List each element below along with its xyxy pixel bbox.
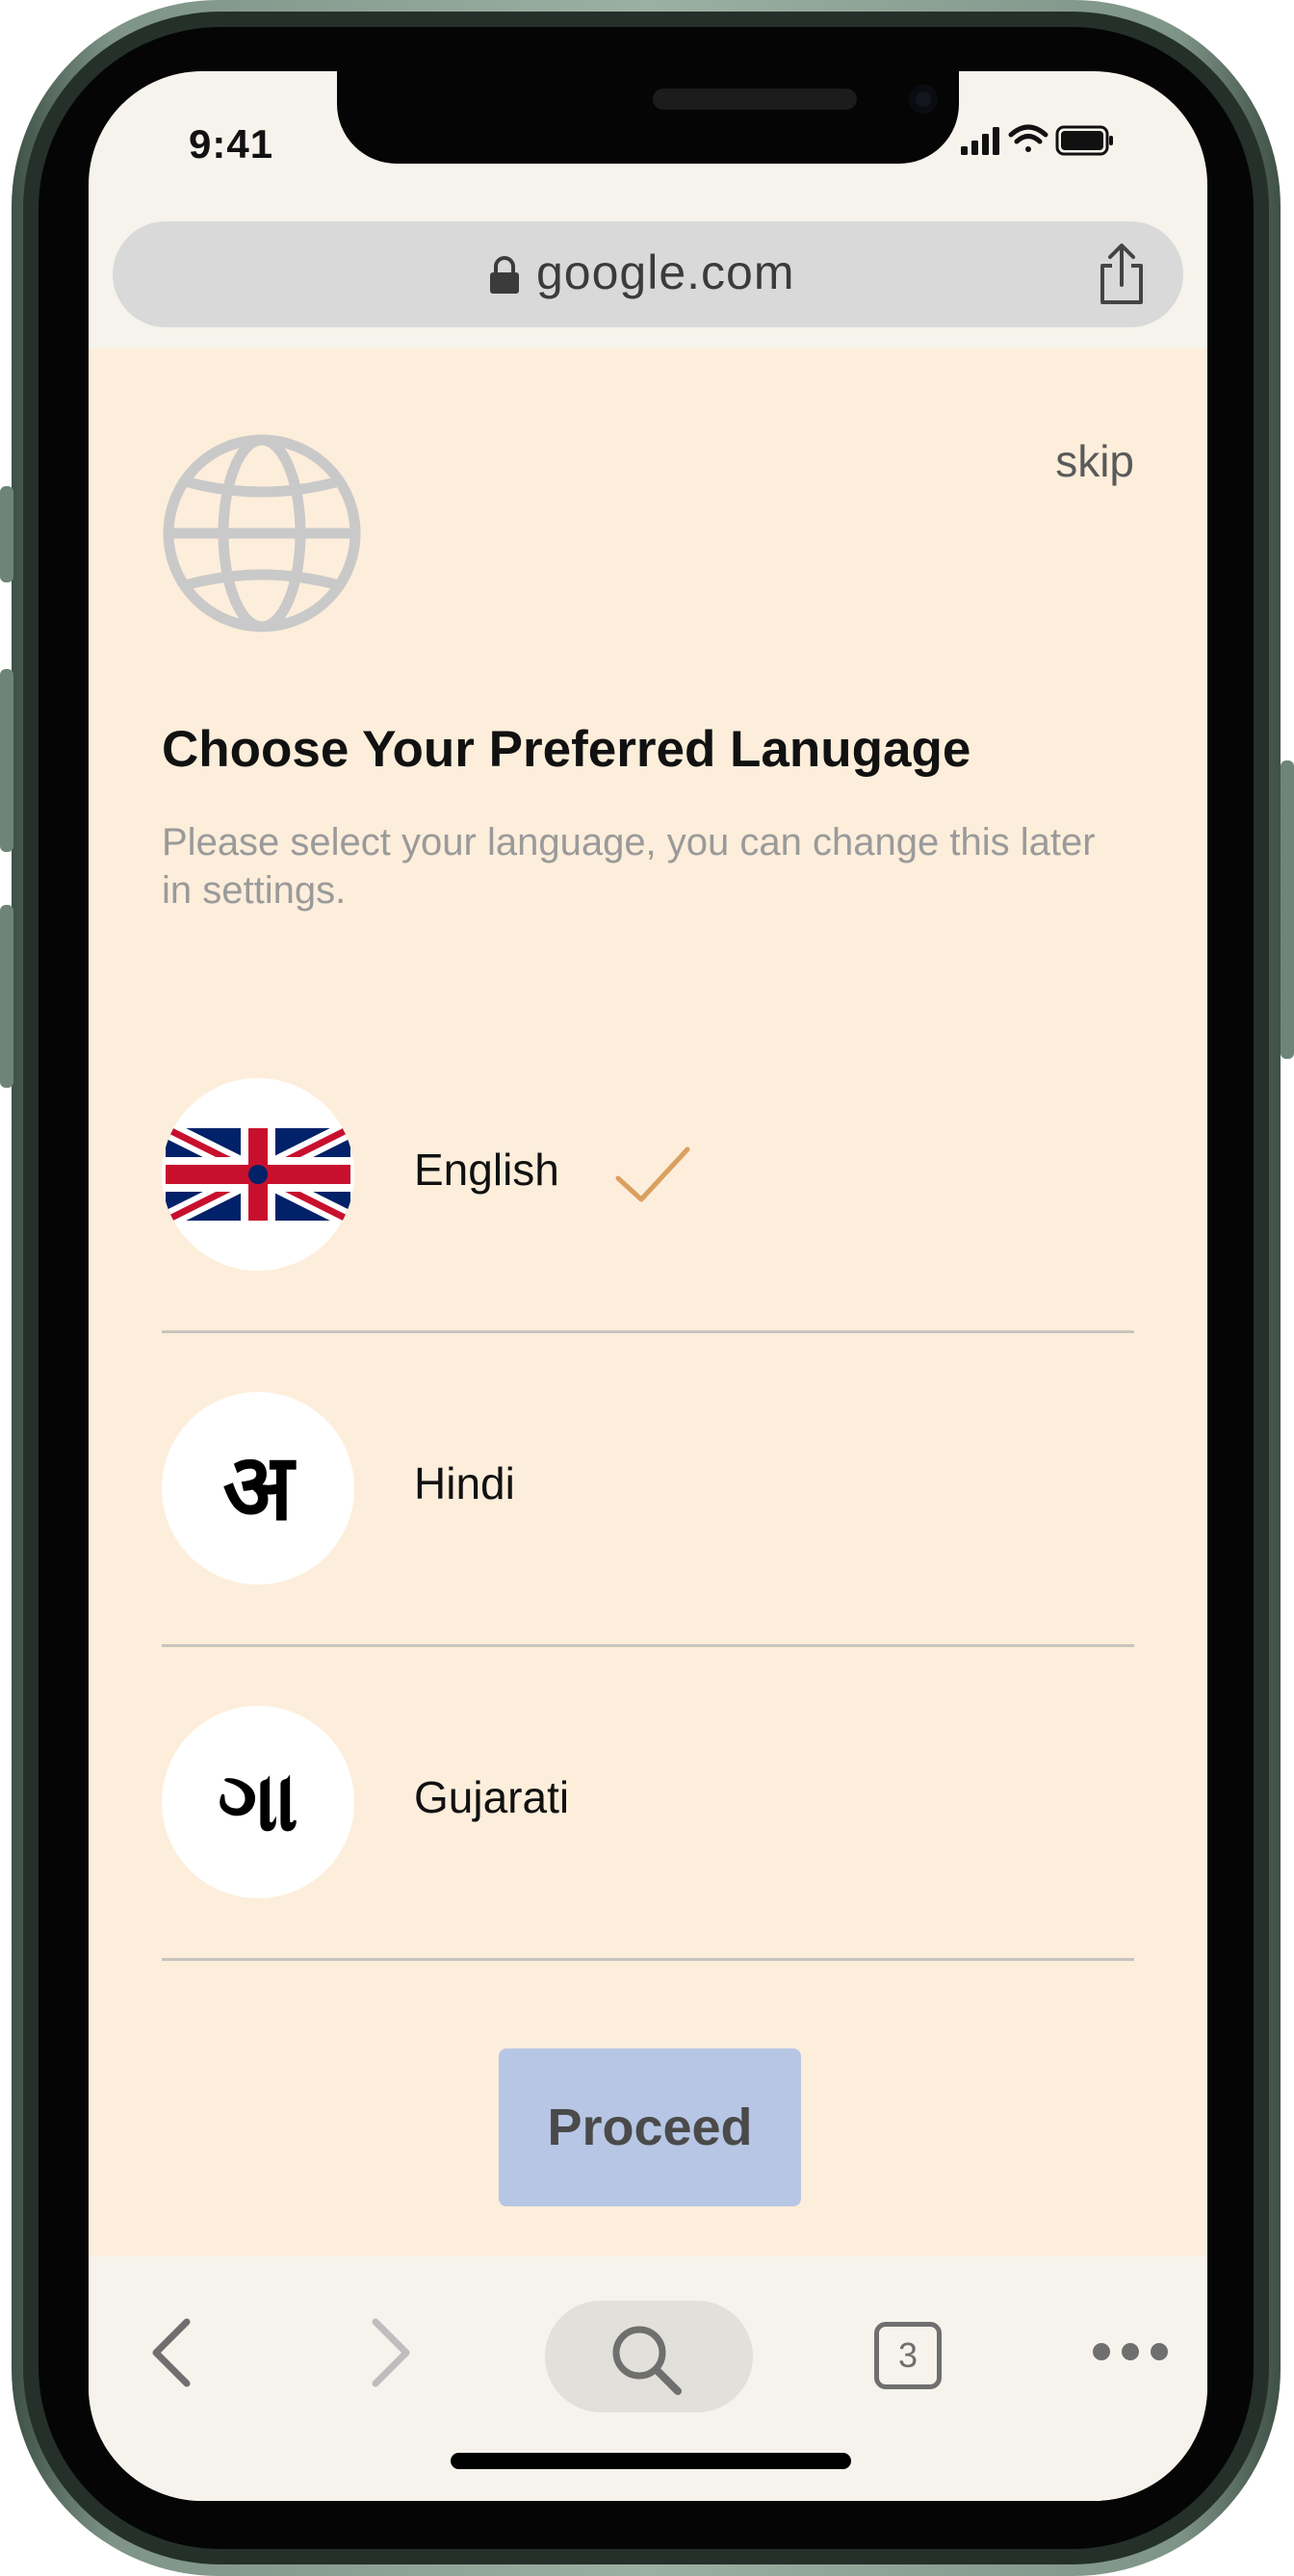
- language-name: English: [414, 1145, 559, 1195]
- language-name: Gujarati: [414, 1772, 570, 1822]
- status-time: 9:41: [189, 121, 274, 167]
- gujarati-script-icon: ગા: [162, 1706, 354, 1898]
- power-button: [1281, 760, 1294, 1059]
- back-icon[interactable]: [142, 2314, 204, 2391]
- search-icon: [612, 2326, 682, 2395]
- gujarati-glyph: ગા: [218, 1756, 298, 1848]
- hindi-glyph: अ: [222, 1436, 294, 1539]
- globe-icon: [163, 434, 361, 632]
- url-bar[interactable]: google.com: [113, 221, 1183, 327]
- tabs-button[interactable]: 3: [874, 2322, 942, 2389]
- more-icon[interactable]: [1090, 2337, 1171, 2366]
- front-camera: [909, 85, 938, 114]
- page-subtitle: Please select your language, you can cha…: [162, 821, 1096, 912]
- signal-icon: [961, 127, 999, 155]
- home-indicator: [451, 2453, 851, 2469]
- speaker-grille: [653, 89, 857, 110]
- check-icon: [615, 1146, 690, 1202]
- share-icon[interactable]: [1095, 243, 1149, 306]
- proceed-button[interactable]: Proceed: [499, 2048, 801, 2206]
- phone-screen: 9:41 google.com skip Choose Your Preferr…: [89, 71, 1207, 2501]
- wifi-icon: [1008, 124, 1048, 152]
- notch: [337, 71, 959, 164]
- volume-down-button: [0, 905, 13, 1088]
- page-title: Choose Your Preferred Lanugage: [162, 721, 971, 778]
- hindi-script-icon: अ: [162, 1392, 354, 1584]
- divider: [162, 1958, 1134, 1961]
- divider: [162, 1644, 1134, 1647]
- skip-button[interactable]: skip: [1055, 435, 1134, 487]
- language-option-gujarati[interactable]: ગા Gujarati: [162, 1706, 1134, 2019]
- lock-icon: [490, 256, 519, 294]
- language-option-hindi[interactable]: अ Hindi: [162, 1392, 1134, 1705]
- forward-icon[interactable]: [358, 2314, 420, 2391]
- language-selection-screen: skip Choose Your Preferred Lanugage Plea…: [89, 348, 1207, 2256]
- language-option-english[interactable]: English: [162, 1078, 1134, 1391]
- uk-flag-icon: [162, 1078, 354, 1271]
- language-name: Hindi: [414, 1458, 515, 1508]
- url-text: google.com: [536, 245, 795, 299]
- search-button[interactable]: [545, 2301, 753, 2412]
- mute-switch: [0, 486, 13, 582]
- divider: [162, 1330, 1134, 1333]
- volume-up-button: [0, 669, 13, 852]
- battery-icon: [1055, 125, 1113, 156]
- status-icons: [961, 124, 1113, 156]
